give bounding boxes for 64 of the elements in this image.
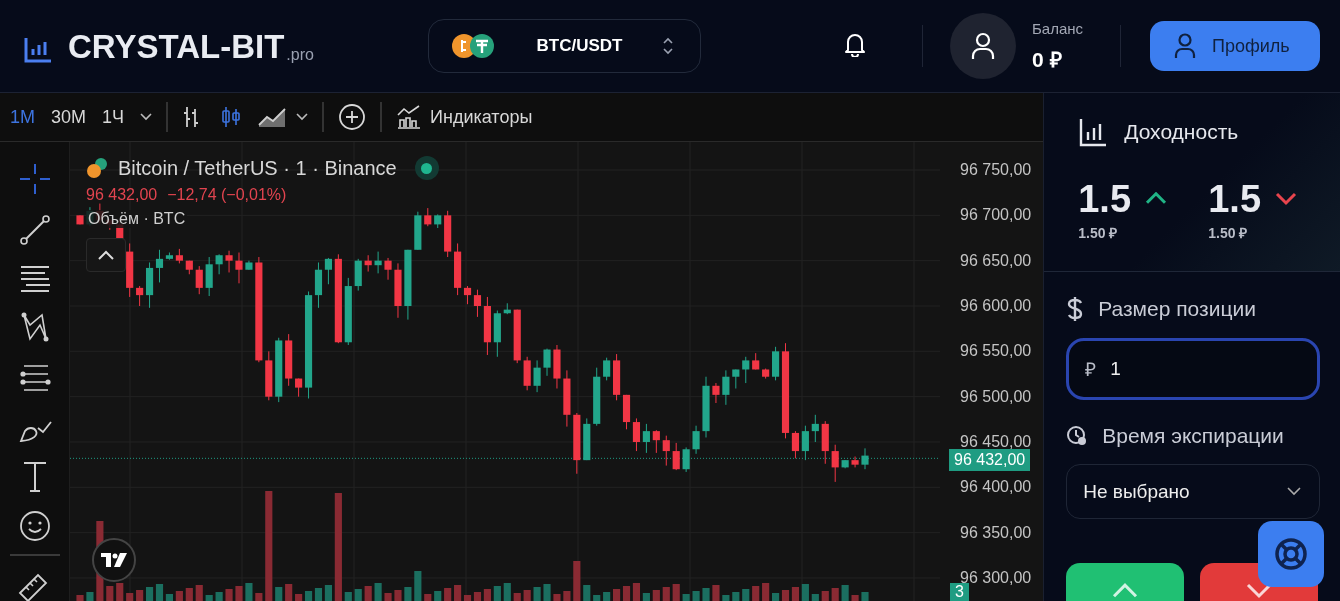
balance-value: 0 ₽ — [1032, 46, 1063, 73]
price-axis-label: 96 750,00 — [960, 160, 1032, 180]
position-size-value: 1 — [1110, 358, 1121, 380]
clock-icon — [1066, 425, 1089, 447]
price-axis-label: 96 550,00 — [960, 341, 1032, 362]
price-value: 96 432,00 — [86, 186, 158, 204]
updown-icon — [662, 36, 674, 56]
chevron-down-icon — [296, 113, 309, 121]
chevron-down-icon — [140, 113, 153, 121]
lifebuoy-icon — [1273, 536, 1310, 572]
chart-title: Bitcoin / TetherUS · 1 · Binance — [118, 156, 397, 180]
price-axis-label: 96 700,00 — [960, 205, 1032, 226]
balance-label: Баланс — [1032, 19, 1085, 37]
price-axis-label: 96 300,00 — [960, 567, 1032, 586]
payout-value: 1.5 — [1208, 181, 1262, 217]
bell-icon — [843, 31, 867, 57]
chevron-down-icon — [1287, 487, 1301, 496]
logo-suffix: .pro — [286, 46, 314, 63]
chevron-down-icon — [1246, 583, 1273, 599]
logo-text: CRYSTAL-BIT — [68, 29, 285, 63]
payout-title: Доходность — [1124, 120, 1239, 144]
price-axis-label: 96 650,00 — [960, 250, 1032, 271]
expiry-dropdown[interactable]: Не выбрано — [1066, 464, 1320, 519]
timeframe-tab[interactable]: 30М — [51, 106, 87, 128]
volume-tag: 3 — [950, 583, 969, 601]
chevron-down-icon — [1275, 192, 1298, 206]
price-axis-label: 96 500,00 — [960, 386, 1032, 407]
volume-label: Объём · BTC — [86, 210, 188, 228]
coin-pair-icon — [86, 156, 110, 180]
crosshair-tool[interactable] — [17, 162, 52, 196]
payout-value: 1.5 — [1078, 181, 1132, 217]
chevron-up-icon — [98, 250, 114, 260]
collapse-button[interactable] — [86, 238, 126, 272]
expiry-label: Время экспирации — [1102, 424, 1284, 448]
add-circle-icon[interactable] — [338, 103, 367, 131]
chart-logo-icon — [92, 538, 136, 582]
dollar-icon — [1066, 296, 1085, 322]
chevron-up-icon — [1145, 192, 1168, 206]
last-price-tag: 96 432,00 — [949, 449, 1031, 471]
currency-sign: ₽ — [1085, 358, 1097, 382]
coin-pair-icon — [451, 33, 497, 59]
price-axis-label: 96 450,00 — [960, 431, 1032, 452]
emoji-tool[interactable] — [17, 508, 52, 543]
area-chart-type-button[interactable] — [258, 105, 287, 129]
chart-bars-icon — [1078, 117, 1109, 147]
user-icon — [1174, 33, 1196, 59]
pair-selector[interactable]: BTC/USDT — [428, 19, 701, 73]
user-icon — [971, 32, 995, 60]
price-axis-label: 96 350,00 — [960, 522, 1032, 543]
timeframe-tab[interactable]: 1Ч — [102, 106, 125, 128]
chevron-up-icon — [1112, 583, 1139, 599]
timeframe-tab[interactable]: 1М — [10, 106, 35, 128]
indicators-button[interactable]: Индикаторы — [396, 105, 533, 129]
position-size-field[interactable]: ₽ 1 — [1066, 338, 1320, 400]
price-axis-label: 96 600,00 — [960, 296, 1032, 316]
payout-amount: 1.50 ₽ — [1078, 224, 1119, 242]
price-axis-label: 96 400,00 — [960, 477, 1032, 498]
support-button[interactable] — [1258, 521, 1325, 587]
profile-button[interactable]: Профиль — [1150, 21, 1320, 71]
price-change: −12,74 (−0,01%) — [167, 186, 287, 204]
payout-amount: 1.50 ₽ — [1208, 224, 1249, 242]
buy-up-button[interactable] — [1066, 563, 1185, 601]
position-size-label: Размер позиции — [1098, 297, 1256, 321]
indicators-icon — [396, 105, 423, 129]
